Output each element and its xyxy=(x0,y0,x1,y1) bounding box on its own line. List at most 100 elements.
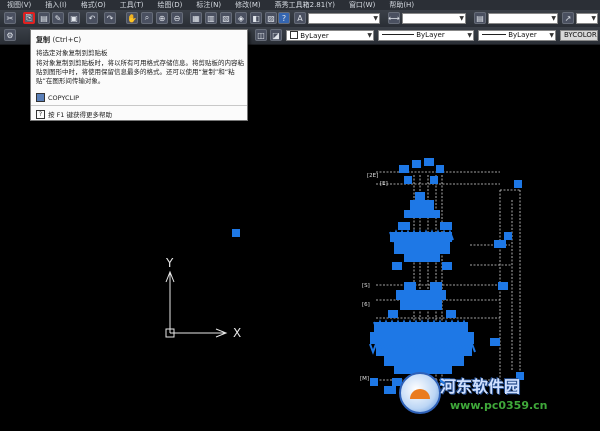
drawing-label: [S] xyxy=(362,283,370,289)
grip-block[interactable] xyxy=(415,192,425,200)
grip-block[interactable] xyxy=(384,356,464,366)
menu-item[interactable]: 视图(V) xyxy=(0,0,38,10)
grip-block[interactable] xyxy=(442,262,452,270)
color-swatch-icon xyxy=(290,31,298,39)
zoom-realtime-icon[interactable]: ⌕ xyxy=(141,12,153,24)
tooltip-help: 按 F1 键获得更多帮助 xyxy=(48,111,113,119)
watermark-logo-icon xyxy=(399,372,441,414)
ucs-x-label: X xyxy=(233,326,241,340)
multileader-style-icon[interactable]: ↗ xyxy=(562,12,574,24)
tooltip-divider xyxy=(31,105,247,106)
grip-block[interactable] xyxy=(440,222,452,230)
dimension-style-icon[interactable]: ⟷ xyxy=(388,12,400,24)
menu-item[interactable]: 插入(I) xyxy=(38,0,74,10)
color-value: ByLayer xyxy=(300,32,329,40)
menu-item[interactable]: 窗口(W) xyxy=(342,0,382,10)
multileader-style-combo[interactable]: ▼ xyxy=(576,13,598,24)
lineweight-value: ByLayer xyxy=(508,31,537,39)
watermark-url: www.pc0359.cn xyxy=(450,399,548,412)
grip-block[interactable] xyxy=(494,240,506,248)
grip-block[interactable] xyxy=(398,222,410,230)
watermark-site: 河东软件园 xyxy=(440,377,521,396)
grip-block[interactable] xyxy=(399,165,409,173)
zoom-previous-icon[interactable]: ⊖ xyxy=(171,12,183,24)
markup-icon[interactable]: ◧ xyxy=(250,12,262,24)
grip-block[interactable] xyxy=(430,282,442,290)
grip-point[interactable] xyxy=(232,229,240,237)
tooltip-shortcut: (Ctrl+C) xyxy=(52,36,82,44)
design-center-icon[interactable]: ▥ xyxy=(205,12,217,24)
lineweight-combo[interactable]: ByLayer ▼ xyxy=(478,30,556,41)
menu-item[interactable]: 格式(O) xyxy=(74,0,113,10)
grip-block[interactable] xyxy=(446,310,456,318)
grip-block[interactable] xyxy=(388,310,398,318)
text-style-combo[interactable]: ▼ xyxy=(308,13,380,24)
standard-toolbar: ✂ ⎘ ▤ ✎ ▣ ↶ ↷ ✋ ⌕ ⊕ ⊖ ▦ ▥ ▧ ◈ ◧ ▨ ? A ▼ … xyxy=(0,10,600,28)
zoom-window-icon[interactable]: ⊕ xyxy=(156,12,168,24)
tooltip-command: COPYCLIP xyxy=(48,93,80,102)
plotstyle-value: BYCOLOR xyxy=(564,31,597,39)
tool-palettes-icon[interactable]: ▧ xyxy=(220,12,232,24)
undo-icon[interactable]: ↶ xyxy=(86,12,98,24)
calculator-icon[interactable]: ▨ xyxy=(265,12,277,24)
cut-icon[interactable]: ✂ xyxy=(4,12,16,24)
drawing-label: [2E] xyxy=(367,173,378,179)
grip-block[interactable] xyxy=(384,386,396,394)
copyclip-icon xyxy=(36,93,45,102)
layer-state-icon[interactable]: ◫ xyxy=(255,29,267,41)
workspace-settings-icon[interactable]: ⚙ xyxy=(4,29,16,41)
grip-block[interactable] xyxy=(410,200,434,210)
copy-base-icon[interactable]: ▣ xyxy=(68,12,80,24)
table-style-icon[interactable]: ▤ xyxy=(474,12,486,24)
grip-block[interactable] xyxy=(404,282,416,290)
grip-block[interactable] xyxy=(370,378,378,386)
menu-item[interactable]: 绘图(D) xyxy=(151,0,190,10)
grip-block[interactable] xyxy=(404,176,412,184)
selected-drawing-object[interactable]: [2E][E] [S] [6] [M] xyxy=(360,158,524,394)
drawing-label: [6] xyxy=(362,302,370,308)
layer-previous-icon[interactable]: ◪ xyxy=(270,29,282,41)
copy-tooltip: 复制 (Ctrl+C) 将选定对象复制到剪贴板 将对象复制到剪贴板时，将以所有可… xyxy=(30,29,248,121)
color-combo[interactable]: ByLayer ▼ xyxy=(286,30,374,41)
grip-block[interactable] xyxy=(392,262,402,270)
redo-icon[interactable]: ↷ xyxy=(104,12,116,24)
linetype-value: ByLayer xyxy=(416,31,445,39)
menu-item[interactable]: 工具(T) xyxy=(113,0,151,10)
text-style-icon[interactable]: A xyxy=(294,12,306,24)
grip-block[interactable] xyxy=(404,254,440,262)
menu-item[interactable]: 标注(N) xyxy=(189,0,228,10)
drawing-label: [M] xyxy=(360,376,369,382)
paste-icon[interactable]: ▤ xyxy=(38,12,50,24)
grip-block[interactable] xyxy=(370,332,474,344)
pan-icon[interactable]: ✋ xyxy=(126,12,138,24)
menu-bar: 视图(V) 插入(I) 格式(O) 工具(T) 绘图(D) 标注(N) 修改(M) 燕秀工具箱… xyxy=(0,0,600,10)
grip-block[interactable] xyxy=(498,282,508,290)
table-style-combo[interactable]: ▼ xyxy=(488,13,558,24)
grip-block[interactable] xyxy=(424,158,434,166)
grip-block[interactable] xyxy=(400,300,442,310)
plotstyle-combo[interactable]: BYCOLOR xyxy=(560,30,598,41)
help-question-icon: ? xyxy=(36,109,45,119)
help-icon[interactable]: ? xyxy=(278,12,290,24)
grip-block[interactable] xyxy=(396,290,446,300)
grip-block[interactable] xyxy=(436,165,444,173)
grip-block[interactable] xyxy=(514,180,522,188)
drawing-label: [E] xyxy=(380,181,388,187)
dimension-style-combo[interactable]: ▼ xyxy=(402,13,466,24)
sheet-set-icon[interactable]: ◈ xyxy=(235,12,247,24)
grip-block[interactable] xyxy=(490,338,500,346)
ucs-y-label: Y xyxy=(165,256,174,270)
properties-icon[interactable]: ▦ xyxy=(190,12,202,24)
grip-block[interactable] xyxy=(404,210,440,218)
linetype-combo[interactable]: ByLayer ▼ xyxy=(378,30,474,41)
menu-item[interactable]: 燕秀工具箱2.81(Y) xyxy=(268,0,342,10)
menu-item[interactable]: 修改(M) xyxy=(228,0,268,10)
grip-block[interactable] xyxy=(430,176,438,184)
tooltip-title: 复制 xyxy=(36,36,50,44)
match-properties-icon[interactable]: ✎ xyxy=(52,12,64,24)
grip-block[interactable] xyxy=(394,242,450,254)
grip-block[interactable] xyxy=(412,160,421,168)
copy-icon[interactable]: ⎘ xyxy=(23,12,35,24)
grip-block[interactable] xyxy=(504,232,512,240)
menu-item[interactable]: 帮助(H) xyxy=(382,0,421,10)
